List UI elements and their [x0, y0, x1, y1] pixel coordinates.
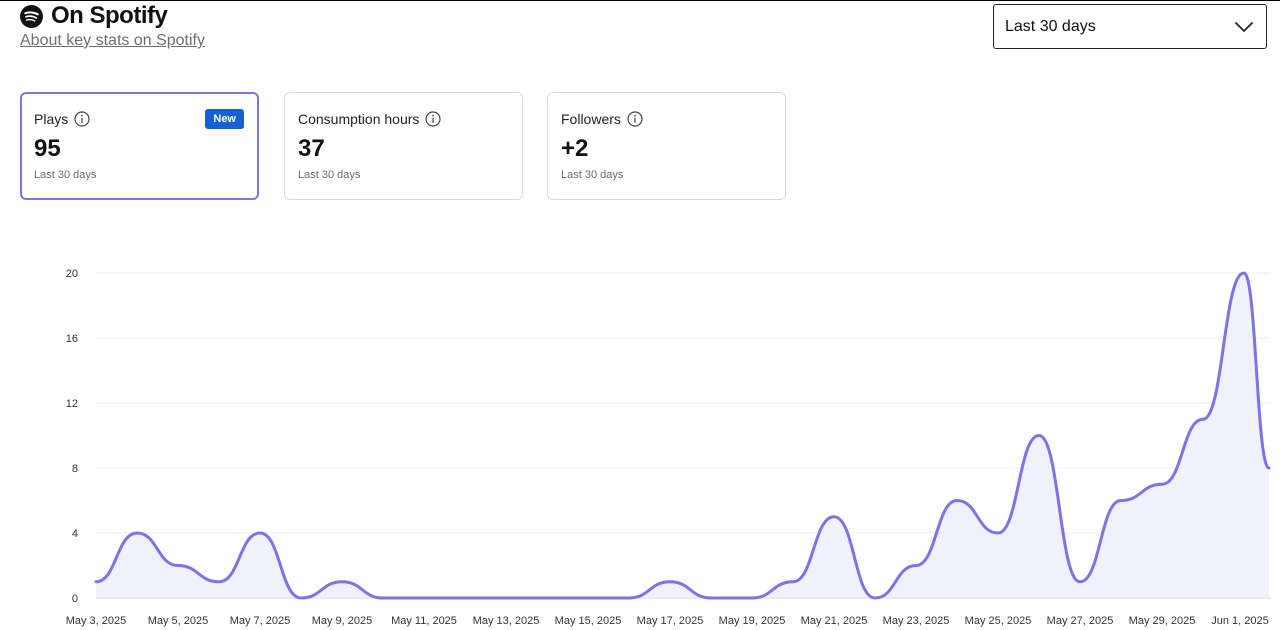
stat-card-plays[interactable]: Plays New 95 Last 30 days [20, 92, 259, 200]
y-tick-label: 0 [72, 593, 78, 605]
x-tick-label: May 27, 2025 [1047, 615, 1114, 627]
stat-card-period: Last 30 days [298, 169, 361, 181]
y-tick-label: 4 [72, 528, 78, 540]
x-tick-label: May 13, 2025 [473, 615, 540, 627]
x-tick-label: May 3, 2025 [66, 615, 127, 627]
stat-card-head: Plays [34, 111, 90, 127]
page-title: On Spotify [51, 2, 168, 29]
y-tick-label: 12 [66, 398, 78, 410]
y-tick-label: 20 [66, 268, 78, 280]
date-range-select[interactable]: Last 30 days [993, 4, 1267, 49]
x-tick-label: May 17, 2025 [637, 615, 704, 627]
series-area [96, 273, 1269, 598]
stat-card-value: 95 [34, 135, 61, 162]
new-badge: New [205, 109, 244, 129]
info-icon[interactable] [627, 111, 643, 127]
x-tick-label: May 25, 2025 [965, 615, 1032, 627]
y-tick-label: 8 [72, 463, 78, 475]
stat-card-consumption-hours[interactable]: Consumption hours 37 Last 30 days [284, 92, 523, 200]
stat-card-followers[interactable]: Followers +2 Last 30 days [547, 92, 786, 200]
x-tick-label: May 7, 2025 [230, 615, 291, 627]
stat-card-period: Last 30 days [34, 169, 97, 181]
x-tick-label: May 29, 2025 [1129, 615, 1196, 627]
x-tick-label: May 11, 2025 [391, 615, 457, 627]
about-key-stats-link[interactable]: About key stats on Spotify [20, 32, 205, 50]
stat-card-head: Followers [561, 111, 643, 127]
page-header: On Spotify [20, 2, 168, 30]
top-border [0, 0, 1280, 1]
x-tick-label: Jun 1, 2025 [1211, 615, 1269, 627]
x-tick-label: May 15, 2025 [555, 615, 622, 627]
stat-card-value: 37 [298, 135, 325, 162]
x-tick-label: May 19, 2025 [719, 615, 786, 627]
info-icon[interactable] [425, 111, 442, 127]
chevron-down-icon [1235, 21, 1253, 32]
x-tick-label: May 9, 2025 [312, 615, 373, 627]
stat-card-label: Followers [561, 111, 621, 127]
plays-chart: 0 4 8 12 16 20 May 3, 2025 May 5, 2025 May 7, 20… [66, 268, 1271, 627]
spotify-logo-icon [20, 4, 43, 28]
stat-card-head: Consumption hours [298, 111, 442, 127]
x-tick-label: May 5, 2025 [148, 615, 209, 627]
stat-card-label: Consumption hours [298, 111, 420, 127]
stat-card-period: Last 30 days [561, 169, 624, 181]
y-tick-label: 16 [66, 333, 78, 345]
stat-card-value: +2 [561, 135, 589, 162]
info-icon[interactable] [74, 111, 90, 127]
x-tick-label: May 21, 2025 [801, 615, 868, 627]
stat-card-label: Plays [34, 111, 69, 127]
date-range-value: Last 30 days [1005, 17, 1096, 35]
x-tick-label: May 23, 2025 [883, 615, 950, 627]
